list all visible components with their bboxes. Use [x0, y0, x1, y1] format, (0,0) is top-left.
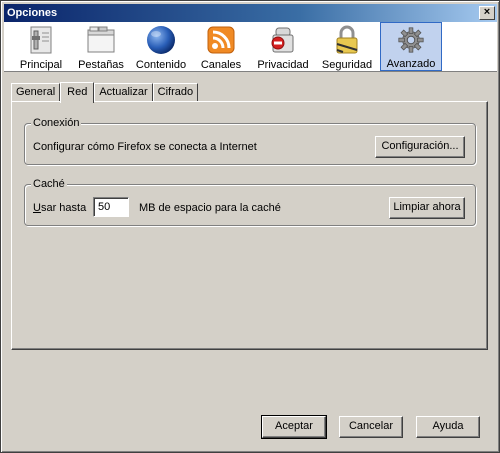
rss-feed-icon [207, 26, 235, 54]
pane-canales[interactable]: Canales [192, 22, 250, 71]
cache-group: Caché Usar hasta 50 MB de espacio para l… [24, 177, 476, 226]
connection-group-title: Conexión [31, 116, 82, 130]
close-icon: × [483, 6, 491, 18]
privacy-icon [271, 27, 294, 53]
pane-pestanas[interactable]: Pestañas [72, 22, 130, 71]
network-tab-panel: Conexión Configurar cómo Firefox se cone… [11, 101, 488, 350]
tabs-window-icon [87, 26, 115, 53]
window-title: Opciones [7, 7, 58, 19]
cache-size-input[interactable]: 50 [93, 197, 129, 217]
cancel-button[interactable]: Cancelar [339, 416, 403, 438]
pane-privacidad[interactable]: Privacidad [252, 22, 314, 71]
pane-label: Canales [200, 59, 242, 71]
connection-group: Conexión Configurar cómo Firefox se cone… [24, 116, 476, 165]
pane-avanzado[interactable]: Avanzado [380, 22, 442, 71]
help-button[interactable]: Ayuda [416, 416, 480, 438]
pane-label: Principal [19, 59, 63, 71]
accept-button[interactable]: Aceptar [261, 415, 327, 439]
pane-label: Avanzado [386, 58, 436, 70]
padlock-icon [336, 25, 358, 54]
cache-use-label: Usar hasta [33, 202, 87, 214]
pane-seguridad[interactable]: Seguridad [316, 22, 378, 71]
globe-icon [147, 26, 175, 54]
cache-unit-label: MB de espacio para la caché [139, 202, 281, 214]
connection-description: Configurar cómo Firefox se conecta a Int… [33, 141, 257, 153]
pane-toolbar: Principal Pestañas Contenido Canales Pri… [4, 22, 497, 72]
pane-label: Pestañas [78, 59, 124, 71]
tab-cifrado[interactable]: Cifrado [152, 83, 199, 102]
pane-contenido[interactable]: Contenido [132, 22, 190, 71]
title-bar[interactable]: Opciones × [4, 4, 497, 22]
connection-settings-button[interactable]: Configuración... [375, 136, 465, 158]
gear-icon [398, 27, 424, 53]
clear-cache-button[interactable]: Limpiar ahora [389, 197, 465, 219]
pane-label: Seguridad [321, 59, 373, 71]
tab-red[interactable]: Red [60, 82, 95, 103]
options-dialog: Opciones × Principal Pestañas Contenido … [0, 0, 500, 453]
tab-general[interactable]: General [11, 83, 61, 102]
pane-principal[interactable]: Principal [12, 22, 70, 71]
close-button[interactable]: × [479, 6, 495, 20]
cache-group-title: Caché [31, 177, 67, 191]
pane-label: Privacidad [257, 59, 309, 71]
advanced-tabs: General Red Actualizar Cifrado [11, 81, 199, 103]
tab-actualizar[interactable]: Actualizar [94, 83, 153, 102]
pane-label: Contenido [135, 59, 187, 71]
main-switch-icon [30, 26, 52, 54]
